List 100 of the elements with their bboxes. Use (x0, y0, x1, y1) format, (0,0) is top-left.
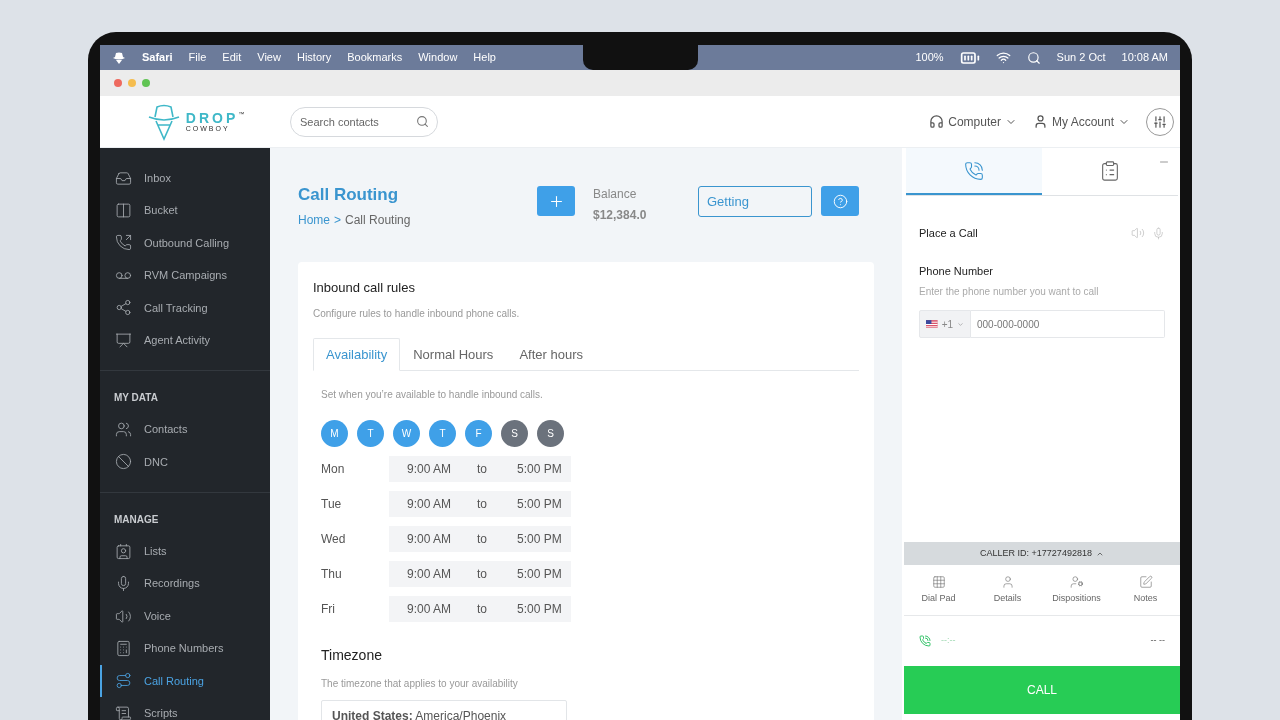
presentation-icon (115, 331, 132, 349)
end-time: 5:00 PM (517, 496, 562, 513)
sidebar-item[interactable]: Recordings (100, 567, 270, 600)
menubar-time: 10:08 AM (1121, 50, 1168, 66)
dialpad-icon (931, 574, 946, 589)
call-timer: --:-- (941, 634, 956, 648)
network-icon (115, 299, 132, 317)
edit-icon (1138, 574, 1153, 589)
search-icon[interactable] (1026, 50, 1041, 65)
phone-input[interactable]: 000-000-0000 (971, 310, 1165, 338)
to-label: to (477, 461, 488, 478)
caller-id-bar[interactable]: CALLER ID: +17727492818 (904, 542, 1180, 565)
minimize-window-button[interactable] (128, 79, 136, 87)
day-toggle[interactable]: S (537, 420, 564, 447)
phone-call-tab[interactable] (906, 148, 1042, 195)
menu-item[interactable]: View (257, 49, 281, 66)
menu-item[interactable]: Window (418, 49, 458, 66)
close-window-button[interactable] (114, 79, 122, 87)
sidebar-item[interactable]: Call Tracking (100, 291, 270, 324)
timezone-title: Timezone (321, 646, 383, 665)
help-icon (832, 193, 848, 209)
sidebar-item[interactable]: Contacts (100, 413, 270, 446)
sidebar-item[interactable]: Voice (100, 599, 270, 633)
sidebar-item[interactable]: Bucket (100, 194, 270, 227)
start-time: 9:00 AM (407, 601, 453, 618)
headset-icon (929, 114, 945, 129)
microphone-icon[interactable] (1152, 226, 1165, 240)
time-range-field[interactable]: 9:00 AM to 5:00 PM (389, 526, 571, 552)
sidebar-item[interactable]: Agent Activity (100, 323, 270, 357)
tab[interactable]: Normal Hours (400, 338, 507, 371)
phone-label: Phone Number (919, 263, 994, 279)
app-menu[interactable]: Safari (142, 49, 173, 66)
day-label: Mon (321, 461, 346, 478)
speaker-icon[interactable] (1131, 226, 1145, 241)
menu-item[interactable]: History (296, 49, 332, 66)
time-range-field[interactable]: 9:00 AM to 5:00 PM (389, 456, 571, 482)
scroll-icon (115, 704, 132, 720)
to-label: to (477, 601, 488, 618)
phone-hint: Enter the phone number you want to call (919, 285, 1100, 299)
search-icon (416, 114, 429, 128)
sidebar-item[interactable]: Phone Numbers (100, 632, 270, 665)
start-time: 9:00 AM (407, 566, 453, 583)
sidebar-item[interactable]: Outbound Calling (100, 226, 270, 260)
tab[interactable]: After hours (506, 338, 596, 371)
menu-item[interactable]: File (188, 49, 207, 66)
sidebar-item[interactable]: Scripts (100, 697, 270, 720)
calculator-icon (115, 640, 132, 657)
day-toggle[interactable]: S (501, 420, 528, 447)
add-button[interactable] (537, 186, 575, 216)
device-dropdown[interactable]: Computer (929, 112, 1017, 131)
day-label: Thu (321, 566, 343, 583)
help-button[interactable] (821, 186, 859, 216)
day-label: Wed (321, 531, 347, 548)
user-icon (1000, 574, 1015, 589)
dialer-action[interactable]: Notes (1111, 574, 1180, 606)
start-time: 9:00 AM (407, 531, 453, 548)
battery-percent: 100% (915, 50, 944, 66)
speaker-icon (115, 607, 132, 625)
start-time: 9:00 AM (407, 496, 453, 513)
user-icon (1032, 114, 1048, 129)
phone-ringing-icon (964, 160, 984, 181)
card-title: Inbound call rules (313, 278, 416, 297)
columns-icon (115, 202, 132, 220)
day-label: Tue (321, 496, 343, 513)
time-range-field[interactable]: 9:00 AM to 5:00 PM (389, 596, 571, 622)
phone-outgoing-icon (115, 234, 132, 252)
contact-card-icon (115, 542, 132, 560)
hat-icon[interactable] (112, 51, 126, 64)
menu-item[interactable]: Bookmarks (347, 49, 403, 66)
dialer-action[interactable]: Dial Pad (904, 574, 973, 606)
inbox-icon (115, 169, 132, 187)
time-range-field[interactable]: 9:00 AM to 5:00 PM (389, 561, 571, 587)
sidebar-item[interactable]: DNC (100, 445, 270, 479)
tab[interactable]: Availability (313, 338, 401, 371)
dialer-action[interactable]: Dispositions (1042, 574, 1111, 606)
sliders-icon (1153, 114, 1167, 129)
to-label: to (477, 566, 488, 583)
menubar-date: Sun 2 Oct (1056, 50, 1106, 66)
users-icon (115, 421, 132, 439)
timezone-select[interactable]: United States: America/Phoenix (321, 700, 567, 720)
menu-item[interactable]: Help (473, 49, 496, 66)
menu-item[interactable]: Edit (222, 49, 242, 66)
account-dropdown[interactable]: My Account (1032, 112, 1130, 131)
sidebar-heading: MY DATA (113, 391, 159, 406)
logo-word: DROP (185, 111, 239, 125)
page-title: Call Routing (298, 184, 400, 206)
time-range-field[interactable]: 9:00 AM to 5:00 PM (389, 491, 571, 517)
call-status: -- -- (1150, 634, 1165, 648)
to-label: to (477, 496, 488, 513)
card-subtitle: Configure rules to handle inbound phone calls. (313, 307, 521, 321)
search-field[interactable]: Search contacts (290, 106, 438, 137)
sidebar-item[interactable]: Lists (100, 535, 270, 568)
sidebar-item[interactable]: RVM Campaigns (100, 259, 270, 292)
wifi-icon[interactable] (995, 50, 1011, 65)
zoom-window-button[interactable] (142, 79, 150, 87)
availability-hint: Set when you’re available to handle inbound calls. (321, 388, 544, 402)
country-code-select[interactable]: +1 (919, 310, 971, 338)
dialer-action[interactable]: Details (973, 574, 1042, 606)
balance-value: $12,384.0 (593, 207, 648, 224)
sidebar-item[interactable]: Inbox (100, 162, 270, 195)
